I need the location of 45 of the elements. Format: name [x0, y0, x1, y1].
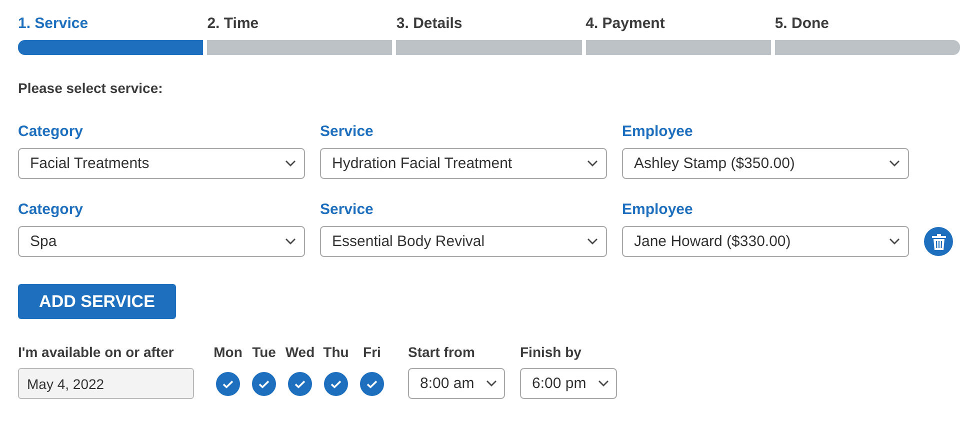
chevron-icon: [889, 160, 900, 167]
step-label: 4. Payment: [586, 15, 665, 32]
step-label: 5. Done: [774, 15, 829, 32]
dropdown[interactable]: Essential Body Revival: [320, 226, 607, 257]
day-label: Mon: [214, 344, 242, 360]
step-label: 3. Details: [396, 15, 462, 32]
step-label: 1. Service: [18, 15, 88, 32]
checkbox[interactable]: [360, 372, 384, 396]
date-input-field[interactable]: May 4, 2022: [18, 368, 194, 399]
chevron-icon: [587, 160, 598, 167]
day-label: Wed: [285, 344, 315, 360]
checkbox[interactable]: [216, 372, 240, 396]
field-label: Category: [18, 201, 84, 218]
day-label: Tue: [252, 344, 276, 360]
checkbox[interactable]: [288, 372, 312, 396]
chevron-icon: [285, 238, 296, 245]
trash-icon: [932, 234, 946, 250]
add-service-button[interactable]: ADD SERVICE: [18, 284, 176, 319]
chevron-icon: [889, 238, 900, 245]
chevron-icon: [587, 238, 598, 245]
field-label: I'm available on or after: [18, 344, 174, 360]
dropdown[interactable]: Hydration Facial Treatment: [320, 148, 607, 179]
dropdown[interactable]: Spa: [18, 226, 305, 257]
checkbox[interactable]: [324, 372, 348, 396]
chevron-icon: [285, 160, 296, 167]
section-heading: Please select service:: [18, 80, 163, 96]
chevron-icon: [486, 380, 497, 387]
field-label: Start from: [408, 344, 475, 360]
delete-button[interactable]: [924, 227, 953, 256]
day-label: Thu: [323, 344, 349, 360]
field-label: Service: [320, 123, 374, 140]
field-label: Category: [18, 123, 84, 140]
dropdown[interactable]: Ashley Stamp ($350.00): [622, 148, 909, 179]
dropdown[interactable]: 8:00 am: [408, 368, 505, 399]
field-label: Service: [320, 201, 374, 218]
dropdown[interactable]: Jane Howard ($330.00): [622, 226, 909, 257]
day-label: Fri: [363, 344, 381, 360]
field-label: Employee: [622, 201, 693, 218]
field-label: Employee: [622, 123, 693, 140]
field-label: Finish by: [520, 344, 582, 360]
chevron-icon: [598, 380, 609, 387]
dropdown[interactable]: Facial Treatments: [18, 148, 305, 179]
checkbox[interactable]: [252, 372, 276, 396]
step-label: 2. Time: [207, 15, 259, 32]
dropdown[interactable]: 6:00 pm: [520, 368, 617, 399]
